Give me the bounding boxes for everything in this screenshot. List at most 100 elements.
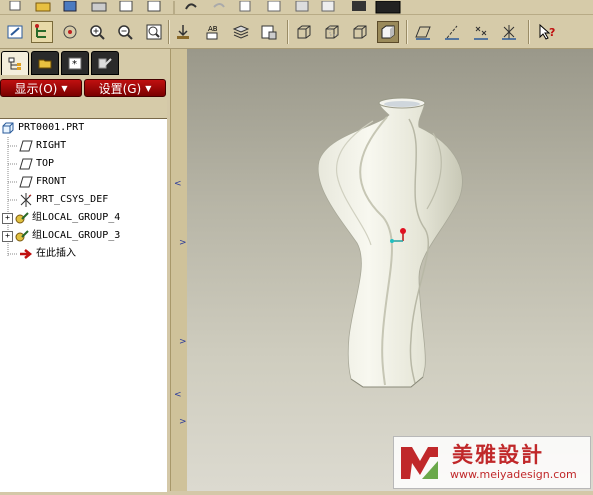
model-tree-icon xyxy=(35,24,46,38)
model-tree-button[interactable] xyxy=(31,21,53,43)
spin-center-icon xyxy=(63,25,77,39)
tree-item-csys[interactable]: PRT_CSYS_DEF xyxy=(19,192,108,208)
favorites-icon: * xyxy=(68,57,82,70)
top-toolbar-icons xyxy=(9,0,401,14)
page-icon xyxy=(147,0,161,12)
open-folder-icon xyxy=(35,2,51,12)
layers-button[interactable] xyxy=(230,21,252,43)
undo-icon xyxy=(185,3,197,10)
insert-arrow-icon xyxy=(19,247,33,261)
no-hidden-button[interactable] xyxy=(349,21,371,43)
saved-views-icon: AB xyxy=(206,25,218,40)
tab-connections[interactable] xyxy=(91,51,119,75)
tree-item-local-group-3[interactable]: + 组LOCAL_GROUP_3 xyxy=(2,228,120,244)
csys-icon xyxy=(502,25,516,40)
watermark-logo: 美雅設計 www.meiyadesign.com xyxy=(393,436,591,489)
tab-folder-browser[interactable] xyxy=(31,51,59,75)
folder-icon xyxy=(38,59,52,69)
paste-special-icon xyxy=(321,0,335,12)
settings-menu-label: 设置(G) xyxy=(98,81,142,96)
tree-item-label: PRT_CSYS_DEF xyxy=(36,194,109,205)
window-icon xyxy=(375,0,401,14)
view-manager-button[interactable] xyxy=(258,21,280,43)
zoom-out-button[interactable] xyxy=(114,21,136,43)
watermark-brand: 美雅設計 xyxy=(452,443,544,467)
tree-header-spacer xyxy=(0,100,167,118)
tree-item-right[interactable]: RIGHT xyxy=(19,138,66,154)
tree-item-top[interactable]: TOP xyxy=(19,156,54,172)
tree-item-front[interactable]: FRONT xyxy=(19,174,66,190)
zoom-out-icon xyxy=(118,25,133,40)
sketch-icon xyxy=(7,25,23,39)
datum-plane-icon xyxy=(19,175,33,189)
panel-splitter[interactable]: < > > < > xyxy=(170,49,188,491)
vase-model xyxy=(317,97,463,388)
whats-this-help-button[interactable]: ? xyxy=(536,21,558,43)
no-hidden-icon xyxy=(353,25,367,39)
svg-text:<: < xyxy=(174,390,182,400)
svg-text:>: > xyxy=(179,417,187,427)
hidden-line-icon xyxy=(325,25,339,39)
tree-item-local-group-4[interactable]: + 组LOCAL_GROUP_4 xyxy=(2,210,120,226)
tab-favorites[interactable]: * xyxy=(61,51,89,75)
refit-icon xyxy=(146,24,162,40)
shading-icon xyxy=(381,25,395,39)
paste-icon xyxy=(295,0,309,12)
group-icon xyxy=(15,211,29,225)
tree-menu-row: 显示(O) ▼ 设置(G) ▼ xyxy=(0,76,170,100)
saved-views-button[interactable]: AB xyxy=(201,21,223,43)
send-icon xyxy=(119,0,133,12)
shading-button[interactable] xyxy=(377,21,399,43)
datum-axis-icon xyxy=(445,25,459,40)
cut-icon xyxy=(239,0,251,12)
dropdown-arrow-icon: ▼ xyxy=(61,83,68,93)
regenerate-icon xyxy=(352,1,366,11)
print-icon xyxy=(91,2,107,12)
top-toolbar-row-2: AB ? xyxy=(0,15,593,49)
tab-model-tree[interactable] xyxy=(1,51,29,75)
top-toolbar-row-1 xyxy=(0,0,593,15)
spin-center-button[interactable] xyxy=(59,21,81,43)
graphics-viewport[interactable]: 美雅設計 www.meiyadesign.com xyxy=(187,49,593,491)
save-icon xyxy=(63,0,77,12)
tree-item-label: 组LOCAL_GROUP_4 xyxy=(32,212,121,223)
tree-item-label: 在此插入 xyxy=(36,248,76,259)
tree-item-label: RIGHT xyxy=(36,140,67,151)
datum-plane-button[interactable] xyxy=(412,21,434,43)
settings-menu-button[interactable]: 设置(G) ▼ xyxy=(84,79,166,97)
wireframe-button[interactable] xyxy=(293,21,315,43)
tree-root-part[interactable]: PRT0001.PRT xyxy=(1,120,84,136)
csys-icon xyxy=(19,193,33,207)
watermark-m-icon xyxy=(401,447,438,479)
svg-text:*: * xyxy=(72,59,77,70)
datum-axis-button[interactable] xyxy=(441,21,463,43)
csys-button[interactable] xyxy=(498,21,520,43)
group-icon xyxy=(15,229,29,243)
dropdown-arrow-icon: ▼ xyxy=(145,83,152,93)
wireframe-icon xyxy=(297,25,311,39)
reorient-button[interactable] xyxy=(172,21,194,43)
view-manager-icon xyxy=(261,25,277,40)
model-tree: PRT0001.PRT RIGHT TOP FRONT PRT_CSYS_DEF… xyxy=(0,118,167,492)
svg-text:>: > xyxy=(179,337,187,347)
tree-root-label: PRT0001.PRT xyxy=(18,122,85,133)
display-menu-button[interactable]: 显示(O) ▼ xyxy=(0,79,82,97)
part-icon xyxy=(1,121,15,135)
sketch-button[interactable] xyxy=(4,21,26,43)
zoom-in-button[interactable] xyxy=(86,21,108,43)
expand-icon[interactable]: + xyxy=(2,212,13,224)
new-file-icon xyxy=(9,0,21,11)
hidden-line-button[interactable] xyxy=(321,21,343,43)
expand-icon[interactable]: + xyxy=(2,230,13,242)
tree-item-insert-here[interactable]: 在此插入 xyxy=(19,246,76,262)
redo-icon xyxy=(213,3,225,8)
datum-plane-icon xyxy=(19,139,33,153)
copy-icon xyxy=(267,0,281,12)
navigator-tabs: * xyxy=(0,49,170,76)
tree-item-label: FRONT xyxy=(36,176,67,187)
watermark-url: www.meiyadesign.com xyxy=(450,468,577,481)
layers-icon xyxy=(232,25,250,39)
tree-item-label: TOP xyxy=(36,158,55,169)
refit-button[interactable] xyxy=(143,21,165,43)
datum-point-button[interactable] xyxy=(470,21,492,43)
